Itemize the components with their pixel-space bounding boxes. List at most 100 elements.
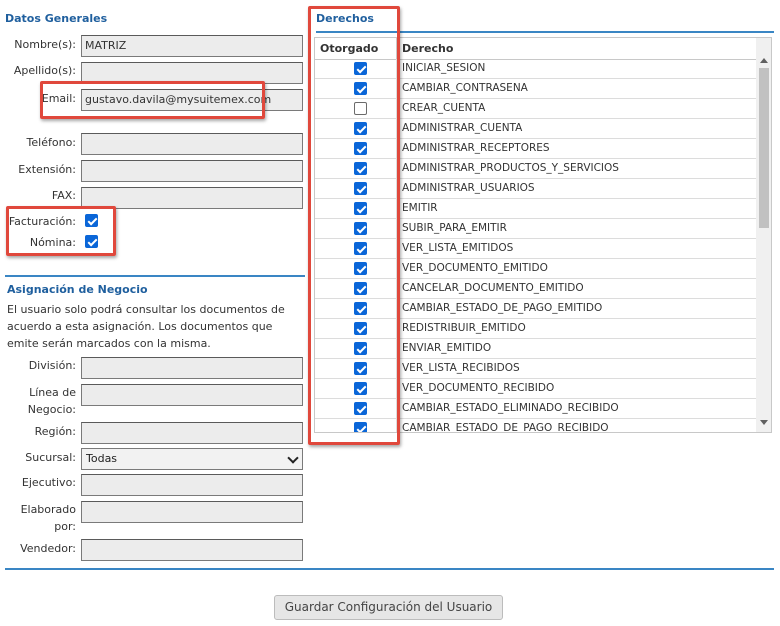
derecho-row: ENVIAR_EMITIDO [315, 339, 756, 359]
otorgado-checkbox[interactable] [354, 122, 367, 135]
otorgado-cell [315, 119, 397, 139]
otorgado-cell [315, 219, 397, 239]
otorgado-cell [315, 279, 397, 299]
nomina-checkbox[interactable] [85, 235, 98, 248]
email-field[interactable]: gustavo.davila@mysuitemex.com [81, 89, 303, 111]
derecho-name: CREAR_CUENTA [402, 102, 486, 114]
grid-header: Otorgado Derecho [315, 38, 756, 60]
section-divider [5, 275, 305, 277]
derecho-row: VER_LISTA_EMITIDOS [315, 239, 756, 259]
otorgado-checkbox[interactable] [354, 422, 367, 432]
extension-field[interactable] [81, 160, 303, 182]
otorgado-checkbox[interactable] [354, 82, 367, 95]
otorgado-cell [315, 239, 397, 259]
otorgado-cell [315, 319, 397, 339]
sucursal-select[interactable]: Todas [81, 448, 303, 470]
derecho-row: ADMINISTRAR_CUENTA [315, 119, 756, 139]
ejecutivo-field[interactable] [81, 474, 303, 496]
vendedor-field[interactable] [81, 539, 303, 561]
derecho-name: SUBIR_PARA_EMITIR [402, 222, 507, 234]
elaborado-label-1: Elaborado [20, 503, 76, 516]
otorgado-checkbox[interactable] [354, 202, 367, 215]
derechos-divider [316, 31, 774, 33]
telefono-field[interactable] [81, 133, 303, 155]
otorgado-checkbox[interactable] [354, 242, 367, 255]
otorgado-cell [315, 79, 397, 99]
derecho-name: ADMINISTRAR_CUENTA [402, 122, 523, 134]
otorgado-checkbox[interactable] [354, 262, 367, 275]
otorgado-checkbox[interactable] [354, 102, 367, 115]
derecho-name: VER_LISTA_RECIBIDOS [402, 362, 520, 374]
linea-label-2: Negocio: [27, 403, 76, 416]
asignacion-description: El usuario solo podrá consultar los docu… [7, 303, 285, 350]
otorgado-cell [315, 359, 397, 379]
derecho-row: CAMBIAR_ESTADO_DE_PAGO_RECIBIDO [315, 419, 756, 433]
otorgado-checkbox[interactable] [354, 162, 367, 175]
otorgado-checkbox[interactable] [354, 142, 367, 155]
otorgado-cell [315, 199, 397, 219]
facturacion-checkbox[interactable] [85, 214, 98, 227]
col-derecho-header: Derecho [402, 42, 454, 55]
nombre-field[interactable]: MATRIZ [81, 35, 303, 57]
telefono-label: Teléfono: [26, 136, 76, 149]
otorgado-checkbox[interactable] [354, 302, 367, 315]
sucursal-label: Sucursal: [25, 451, 76, 464]
derecho-row: ADMINISTRAR_USUARIOS [315, 179, 756, 199]
otorgado-checkbox[interactable] [354, 222, 367, 235]
extension-label: Extensión: [18, 163, 76, 176]
otorgado-checkbox[interactable] [354, 342, 367, 355]
scroll-down-icon[interactable] [760, 420, 768, 425]
derecho-row: SUBIR_PARA_EMITIR [315, 219, 756, 239]
apellido-field[interactable] [81, 62, 303, 84]
otorgado-checkbox[interactable] [354, 282, 367, 295]
asignacion-title: Asignación de Negocio [7, 283, 148, 296]
derecho-name: ENVIAR_EMITIDO [402, 342, 492, 354]
otorgado-checkbox[interactable] [354, 182, 367, 195]
scroll-up-icon[interactable] [760, 58, 768, 63]
derecho-row: ADMINISTRAR_RECEPTORES [315, 139, 756, 159]
division-field[interactable] [81, 357, 303, 379]
otorgado-checkbox[interactable] [354, 362, 367, 375]
derecho-name: CAMBIAR_ESTADO_DE_PAGO_EMITIDO [402, 302, 603, 314]
derecho-name: VER_DOCUMENTO_RECIBIDO [402, 382, 555, 394]
derecho-row: CAMBIAR_ESTADO_ELIMINADO_RECIBIDO [315, 399, 756, 419]
region-label: Región: [34, 425, 76, 438]
derecho-name: ADMINISTRAR_RECEPTORES [402, 142, 550, 154]
linea-negocio-field[interactable] [81, 384, 303, 406]
otorgado-cell [315, 419, 397, 432]
derecho-name: REDISTRIBUIR_EMITIDO [402, 322, 526, 334]
chevron-down-icon [287, 452, 299, 464]
linea-label-1: Línea de [29, 386, 76, 399]
nomina-label: Nómina: [29, 236, 76, 249]
derecho-name: ADMINISTRAR_USUARIOS [402, 182, 535, 194]
grid-scrollbar[interactable] [756, 38, 771, 432]
region-field[interactable] [81, 422, 303, 444]
otorgado-cell [315, 59, 397, 79]
fax-label: FAX: [51, 189, 76, 202]
elaborado-field[interactable] [81, 501, 303, 523]
derecho-row: REDISTRIBUIR_EMITIDO [315, 319, 756, 339]
otorgado-checkbox[interactable] [354, 62, 367, 75]
derechos-title: Derechos [316, 12, 374, 25]
scroll-thumb[interactable] [759, 68, 769, 228]
derecho-name: CAMBIAR_ESTADO_DE_PAGO_RECIBIDO [402, 422, 609, 433]
otorgado-cell [315, 339, 397, 359]
otorgado-checkbox[interactable] [354, 382, 367, 395]
otorgado-cell [315, 379, 397, 399]
otorgado-cell [315, 259, 397, 279]
derecho-row: EMITIR [315, 199, 756, 219]
otorgado-checkbox[interactable] [354, 322, 367, 335]
sucursal-value: Todas [86, 452, 118, 465]
otorgado-cell [315, 139, 397, 159]
save-configuration-button[interactable]: Guardar Configuración del Usuario [274, 595, 503, 620]
derecho-name: VER_LISTA_EMITIDOS [402, 242, 514, 254]
otorgado-cell [315, 99, 397, 119]
vendedor-label: Vendedor: [20, 542, 76, 555]
derecho-row: VER_DOCUMENTO_RECIBIDO [315, 379, 756, 399]
otorgado-checkbox[interactable] [354, 402, 367, 415]
nombre-label: Nombre(s): [14, 38, 76, 51]
division-label: División: [28, 359, 76, 372]
col-otorgado-header: Otorgado [315, 38, 397, 59]
derecho-row: CAMBIAR_CONTRASENA [315, 79, 756, 99]
fax-field[interactable] [81, 187, 303, 209]
